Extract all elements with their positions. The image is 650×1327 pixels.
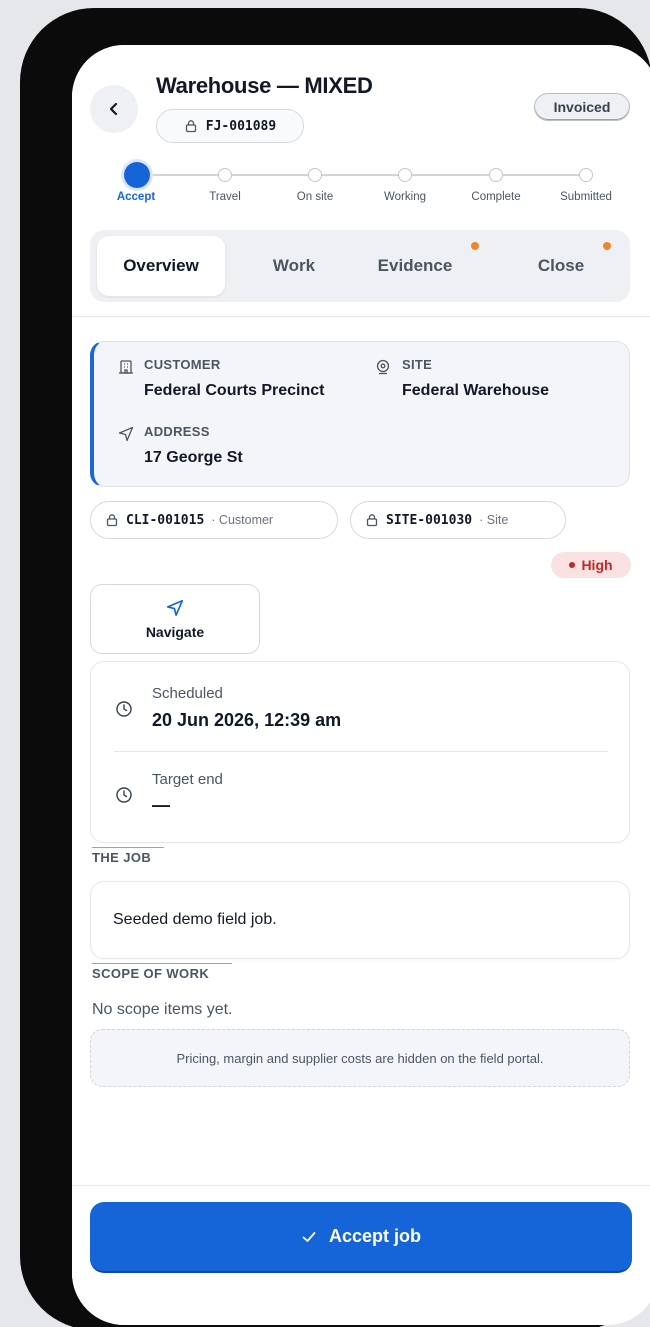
stepper-track — [150, 174, 590, 176]
address-label: ADDRESS — [144, 424, 210, 439]
check-icon — [302, 1231, 316, 1242]
status-badge: Invoiced — [534, 93, 630, 121]
target-end-value: — — [152, 795, 170, 815]
schedule-divider — [114, 751, 608, 752]
target-end-label: Target end — [152, 771, 223, 788]
site-ref-chip[interactable]: SITE-001030 · Site — [350, 501, 566, 539]
lock-icon — [366, 514, 378, 527]
device-frame: Warehouse — MIXED FJ-001089 Invoiced Acc… — [20, 8, 650, 1327]
job-description-card: Seeded demo field job. — [90, 881, 630, 959]
customer-label: CUSTOMER — [144, 357, 221, 372]
building-icon — [119, 360, 133, 374]
scope-section-heading: SCOPE OF WORK — [92, 963, 232, 981]
site-name: Federal Warehouse — [402, 382, 550, 399]
customer-ref-kind: · Customer — [211, 513, 274, 527]
navigation-arrow-icon — [118, 426, 134, 442]
job-description: Seeded demo field job. — [113, 911, 277, 928]
customer-name: Federal Courts Precinct — [144, 382, 325, 399]
site-ref-code: SITE-001030 — [386, 512, 473, 528]
accept-job-button[interactable]: Accept job — [90, 1202, 632, 1273]
pricing-hidden-notice: Pricing, margin and supplier costs are h… — [90, 1029, 630, 1087]
scheduled-label: Scheduled — [152, 685, 223, 702]
customer-ref-chip[interactable]: CLI-001015 · Customer — [90, 501, 338, 539]
navigation-arrow-icon — [166, 599, 184, 617]
evidence-alert-dot — [471, 242, 479, 250]
scheduled-value: 20 Jun 2026, 12:39 am — [152, 710, 342, 730]
step-label-complete: Complete — [471, 191, 521, 203]
priority-label: High — [581, 557, 613, 573]
navigate-button[interactable]: Navigate — [90, 584, 260, 654]
chevron-left-icon — [109, 102, 118, 116]
job-id: FJ-001089 — [205, 118, 277, 134]
job-id-chip[interactable]: FJ-001089 — [156, 109, 304, 143]
step-label-on-site: On site — [296, 191, 334, 203]
address-value: 17 George St — [144, 449, 243, 466]
job-section-heading: THE JOB — [92, 847, 164, 865]
tab-overview[interactable]: Overview — [123, 256, 199, 276]
navigate-label: Navigate — [145, 624, 205, 640]
step-label-accept: Accept — [116, 191, 156, 203]
lock-icon — [185, 120, 196, 133]
scope-empty-text: No scope items yet. — [92, 1001, 233, 1018]
tab-evidence[interactable]: Evidence — [378, 256, 453, 276]
lock-icon — [106, 514, 118, 527]
step-label-travel: Travel — [209, 191, 241, 203]
tab-work[interactable]: Work — [273, 256, 315, 276]
customer-ref-code: CLI-001015 — [126, 512, 205, 528]
close-alert-dot — [603, 242, 611, 250]
step-dot-submitted[interactable] — [579, 168, 593, 182]
step-dot-accept[interactable] — [124, 162, 150, 188]
location-pin-icon — [376, 359, 390, 375]
site-label: SITE — [402, 357, 433, 372]
back-button[interactable] — [90, 85, 138, 133]
accept-job-label: Accept job — [328, 1226, 421, 1246]
site-ref-kind: · Site — [479, 513, 509, 527]
clock-icon — [116, 787, 132, 803]
step-dot-complete[interactable] — [489, 168, 503, 182]
priority-badge: High — [551, 552, 631, 578]
page-title: Warehouse — MIXED — [156, 73, 373, 98]
step-dot-working[interactable] — [398, 168, 412, 182]
step-dot-travel[interactable] — [218, 168, 232, 182]
priority-dot — [569, 562, 576, 568]
clock-icon — [116, 701, 132, 717]
app-screen: Warehouse — MIXED FJ-001089 Invoiced Acc… — [72, 45, 650, 1325]
step-label-working: Working — [384, 191, 426, 203]
tab-close[interactable]: Close — [538, 256, 584, 276]
step-dot-on-site[interactable] — [308, 168, 322, 182]
step-label-submitted: Submitted — [560, 191, 612, 203]
